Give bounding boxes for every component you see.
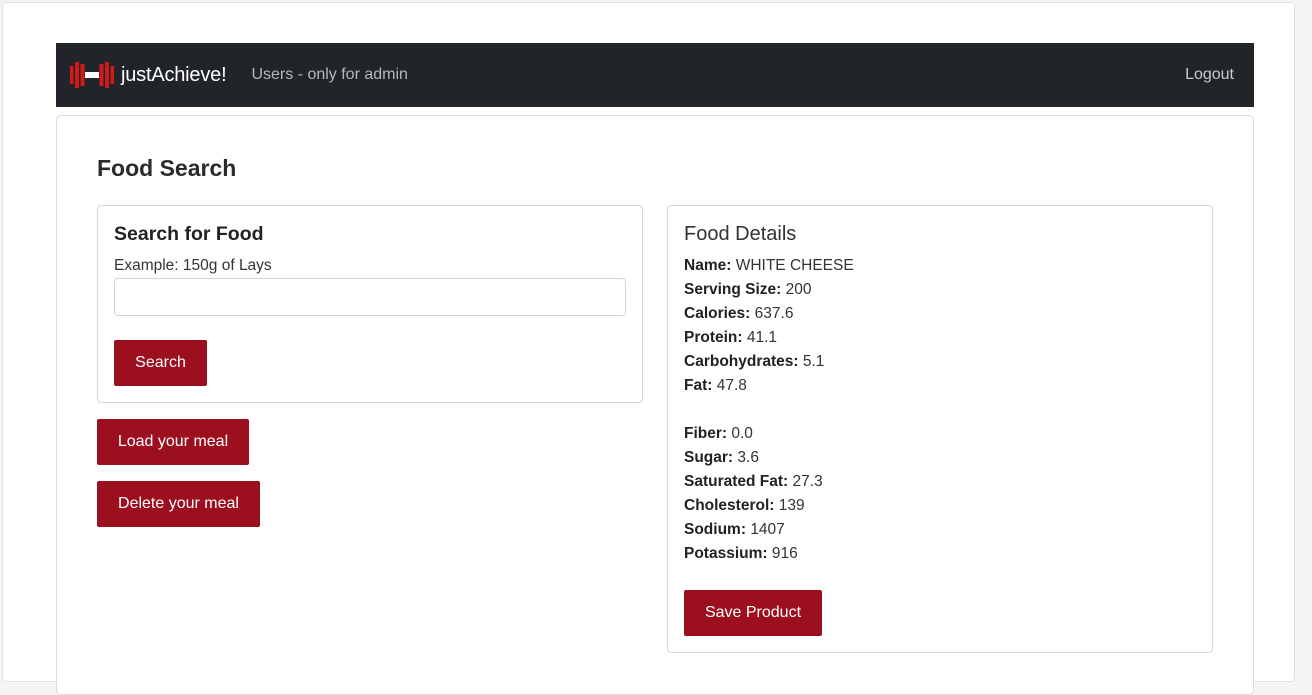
detail-calories: Calories: 637.6	[684, 303, 854, 327]
detail-fat: Fat: 47.8	[684, 375, 854, 399]
detail-value: 5.1	[802, 353, 825, 370]
detail-label: Protein:	[684, 329, 743, 346]
detail-potassium: Potassium: 916	[684, 543, 854, 567]
detail-serving-size: Serving Size: 200	[684, 279, 854, 303]
detail-value: 637.6	[754, 305, 794, 322]
detail-label: Serving Size:	[684, 281, 782, 298]
detail-value: 916	[771, 545, 798, 562]
brand-link[interactable]: justAchieve!	[70, 61, 227, 89]
search-hint: Example: 150g of Lays	[114, 257, 272, 274]
search-card: Search for Food Example: 150g of Lays Se…	[97, 205, 643, 403]
detail-value: 41.1	[746, 329, 778, 346]
detail-value: WHITE CHEESE	[735, 257, 854, 274]
page-title: Food Search	[97, 155, 237, 181]
detail-cholesterol: Cholesterol: 139	[684, 495, 854, 519]
detail-name: Name: WHITE CHEESE	[684, 255, 854, 279]
detail-carbohydrates: Carbohydrates: 5.1	[684, 351, 854, 375]
detail-value: 27.3	[792, 473, 823, 490]
detail-fiber: Fiber: 0.0	[684, 423, 854, 447]
detail-value: 139	[778, 497, 805, 514]
detail-protein: Protein: 41.1	[684, 327, 854, 351]
nutrition-list: Name: WHITE CHEESE Serving Size: 200 Cal…	[684, 255, 854, 567]
detail-label: Calories:	[684, 305, 751, 322]
detail-value: 1407	[750, 521, 785, 538]
detail-label: Fiber:	[684, 425, 728, 442]
detail-label: Sugar:	[684, 449, 734, 466]
top-navbar: justAchieve! Users - only for admin Logo…	[56, 43, 1254, 107]
detail-label: Carbohydrates:	[684, 353, 799, 370]
logout-link[interactable]: Logout	[1185, 66, 1234, 84]
detail-label: Fat:	[684, 377, 713, 394]
search-button[interactable]: Search	[114, 340, 207, 386]
detail-label: Sodium:	[684, 521, 746, 538]
brand-name: justAchieve!	[121, 63, 227, 86]
food-details-card: Food Details Name: WHITE CHEESE Serving …	[667, 205, 1213, 653]
nav-users-link[interactable]: Users - only for admin	[251, 66, 408, 84]
detail-value: 3.6	[737, 449, 759, 466]
detail-sugar: Sugar: 3.6	[684, 447, 854, 471]
list-spacer	[684, 399, 854, 423]
detail-label: Saturated Fat:	[684, 473, 789, 490]
detail-saturated-fat: Saturated Fat: 27.3	[684, 471, 854, 495]
save-product-button[interactable]: Save Product	[684, 590, 822, 636]
search-title: Search for Food	[114, 223, 264, 245]
detail-label: Name:	[684, 257, 732, 274]
delete-meal-button[interactable]: Delete your meal	[97, 481, 260, 527]
load-meal-button[interactable]: Load your meal	[97, 419, 249, 465]
detail-value: 47.8	[716, 377, 747, 394]
detail-value: 0.0	[731, 425, 753, 442]
detail-value: 200	[785, 281, 812, 298]
detail-sodium: Sodium: 1407	[684, 519, 854, 543]
dumbbell-icon	[70, 62, 114, 88]
food-search-input[interactable]	[114, 278, 626, 316]
details-title: Food Details	[684, 223, 797, 245]
detail-label: Potassium:	[684, 545, 768, 562]
detail-label: Cholesterol:	[684, 497, 775, 514]
